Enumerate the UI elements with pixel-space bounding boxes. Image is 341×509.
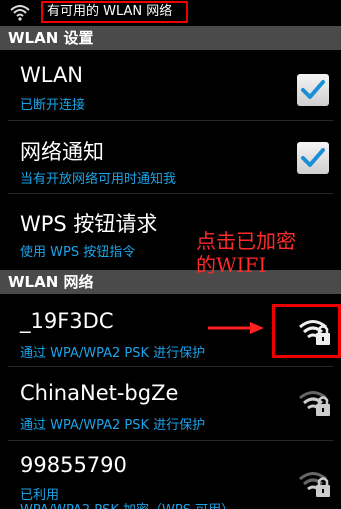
network-notify-row[interactable]: 网络通知 当有开放网络可用时通知我 (0, 121, 341, 193)
highlight-box (272, 304, 341, 358)
wlan-checkbox[interactable] (297, 74, 329, 106)
annotation-line-2: 的WIFI (196, 253, 267, 277)
network-notify-title: 网络通知 (20, 140, 104, 164)
network-ssid: 99855790 (20, 453, 127, 477)
locked-wifi-icon (299, 391, 330, 416)
network-notify-checkbox[interactable] (297, 142, 329, 174)
wlan-title: WLAN (20, 63, 84, 87)
annotation-text: 点击已加密 的WIFI (196, 229, 296, 277)
wlan-toggle-row[interactable]: WLAN 已断开连接 (0, 50, 341, 120)
checkmark-icon (301, 80, 325, 99)
section-header-wlan-settings: WLAN 设置 (0, 26, 341, 50)
wps-title: WPS 按钮请求 (20, 212, 158, 236)
wifi-signal-icon (10, 5, 30, 21)
notification-text: 有可用的 WLAN 网络 (41, 1, 188, 23)
annotation-line-1: 点击已加密 (196, 229, 296, 253)
network-item-99855790[interactable]: 99855790 已利用 WPA/WPA2 PSK 加密（WPS 可用） (0, 441, 341, 509)
network-notify-subtitle: 当有开放网络可用时通知我 (20, 172, 177, 187)
checkmark-icon (301, 148, 325, 167)
network-item-chinanet-bgze[interactable]: ChinaNet-bgZe 通过 WPA/WPA2 PSK 进行保护 (0, 367, 341, 440)
locked-wifi-icon (299, 472, 330, 497)
arrow-right-icon (208, 322, 264, 334)
network-security: 通过 WPA/WPA2 PSK 进行保护 (20, 418, 206, 433)
status-bar: 有可用的 WLAN 网络 (0, 0, 341, 26)
network-security: 通过 WPA/WPA2 PSK 进行保护 (20, 346, 206, 361)
wps-subtitle: 使用 WPS 按钮指令 (20, 245, 136, 260)
network-ssid: ChinaNet-bgZe (20, 381, 179, 405)
network-security: WPA/WPA2 PSK 加密（WPS 可用） (20, 499, 234, 509)
wlan-status: 已断开连接 (20, 98, 86, 113)
network-ssid: _19F3DC (20, 309, 114, 333)
